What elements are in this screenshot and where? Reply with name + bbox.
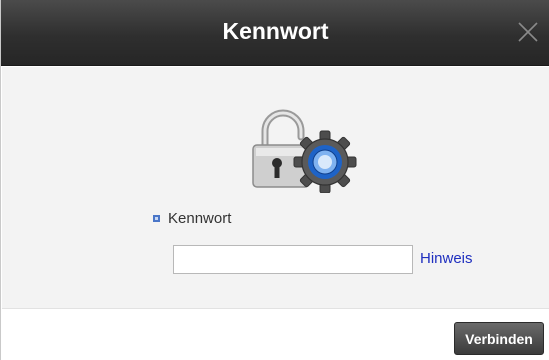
dialog-footer: Verbinden bbox=[2, 308, 549, 360]
connect-button[interactable]: Verbinden bbox=[454, 322, 544, 355]
dialog-title: Kennwort bbox=[222, 18, 329, 44]
dialog-content: Kennwort Hinweis bbox=[2, 67, 549, 308]
password-label-row: Kennwort bbox=[153, 208, 231, 228]
hint-link[interactable]: Hinweis bbox=[420, 250, 473, 267]
dialog-titlebar: Kennwort bbox=[1, 0, 549, 66]
password-dialog: Kennwort Kennwort Hinweis Verbinden bbox=[0, 0, 549, 360]
lock-gear-icon bbox=[252, 109, 357, 193]
close-icon[interactable] bbox=[516, 20, 540, 44]
password-input[interactable] bbox=[173, 245, 413, 274]
password-label: Kennwort bbox=[168, 209, 232, 227]
bullet-icon bbox=[153, 214, 160, 222]
